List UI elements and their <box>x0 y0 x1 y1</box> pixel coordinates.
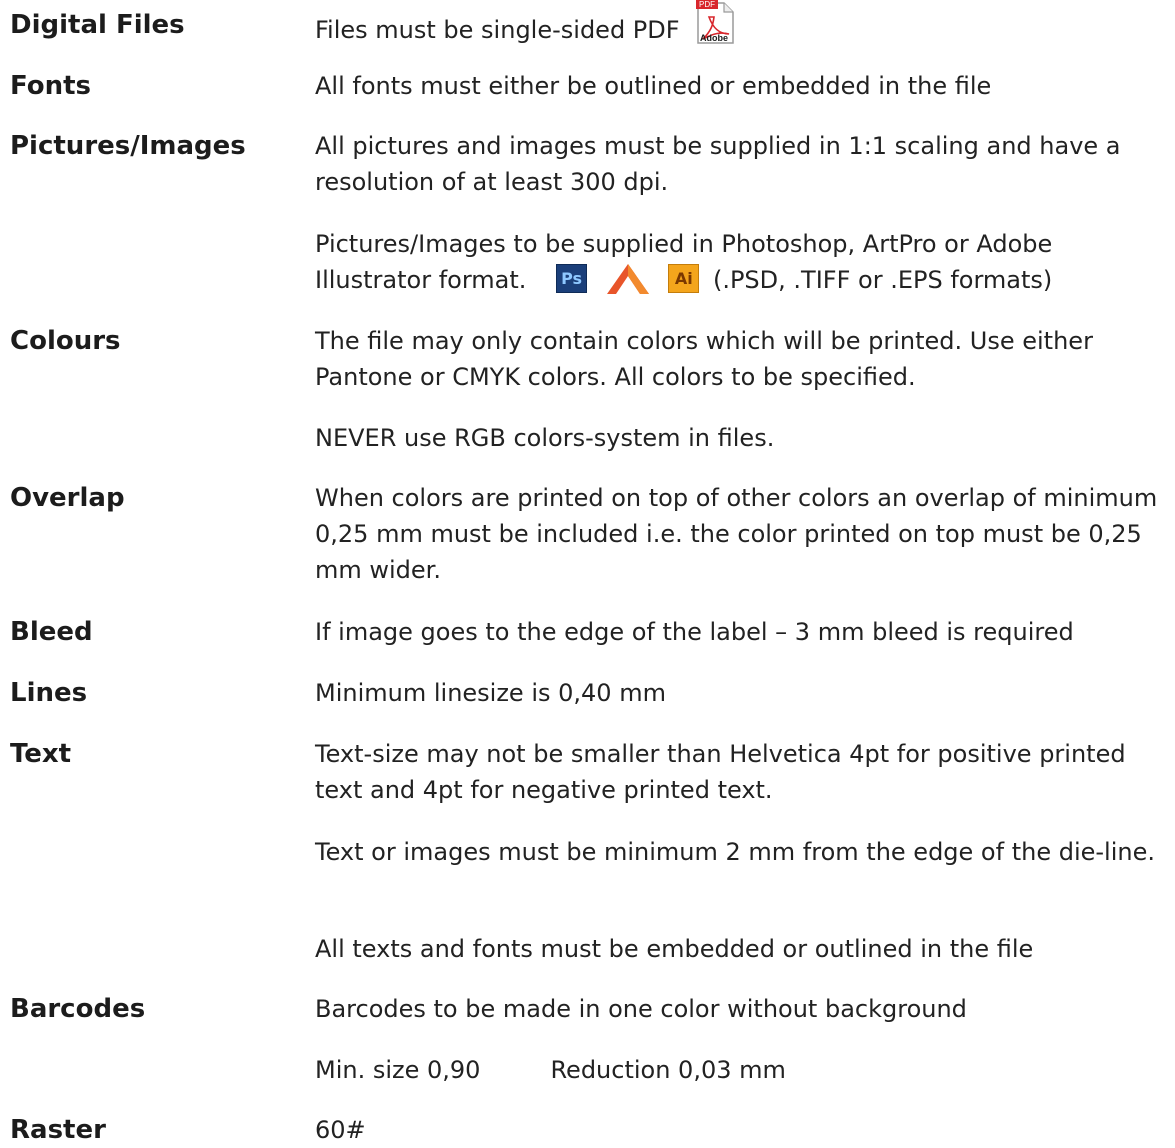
term-barcodes: Barcodes <box>10 994 146 1024</box>
barcodes-reduction: Reduction 0,03 mm <box>550 1056 786 1084</box>
text-note-die-line: Text or images must be minimum 2 mm from… <box>315 838 1155 866</box>
lines-text: Minimum linesize is 0,40 mm <box>315 679 666 707</box>
barcodes-min-size: Min. size 0,90 <box>315 1056 481 1084</box>
pdf-file-icon: PDF Adobe <box>693 0 737 45</box>
digital-files-description: Files must be single-sided PDF <box>315 16 680 44</box>
photoshop-icon: Ps <box>556 263 588 293</box>
fonts-text: All fonts must either be outlined or emb… <box>315 72 992 100</box>
text-size-text: Text-size may not be smaller than Helvet… <box>315 740 1126 804</box>
term-raster: Raster <box>10 1115 106 1145</box>
formats-text-after: (.PSD, .TIFF or .EPS formats) <box>712 266 1053 294</box>
colours-note: NEVER use RGB colors-system in files. <box>315 424 775 452</box>
term-text: Text <box>10 739 72 769</box>
barcodes-text: Barcodes to be made in one color without… <box>315 995 967 1023</box>
pdf-icon-label: Adobe <box>700 33 728 43</box>
colours-text: The file may only contain colors which w… <box>315 327 1093 391</box>
illustrator-icon: Ai <box>668 263 700 293</box>
pictures-images-text: All pictures and images must be supplied… <box>315 132 1121 196</box>
term-fonts: Fonts <box>10 71 91 101</box>
term-lines: Lines <box>10 678 88 708</box>
term-digital-files: Digital Files <box>10 10 185 40</box>
term-overlap: Overlap <box>10 483 125 513</box>
pictures-images-formats: Pictures/Images to be supplied in Photos… <box>315 226 1170 299</box>
term-bleed: Bleed <box>10 617 93 647</box>
pdf-icon-tag: PDF <box>699 0 715 9</box>
term-pictures-images: Pictures/Images <box>10 131 246 161</box>
digital-files-text: Files must be single-sided PDF PDF Adobe <box>315 0 1170 55</box>
text-note-embedded: All texts and fonts must be embedded or … <box>315 935 1034 963</box>
artpro-icon <box>603 260 653 296</box>
bleed-text: If image goes to the edge of the label –… <box>315 618 1074 646</box>
term-colours: Colours <box>10 326 121 356</box>
overlap-text: When colors are printed on top of other … <box>315 484 1158 584</box>
raster-text: 60# <box>315 1116 366 1144</box>
barcodes-specs: Min. size 0,90 Reduction 0,03 mm <box>315 1052 1170 1088</box>
